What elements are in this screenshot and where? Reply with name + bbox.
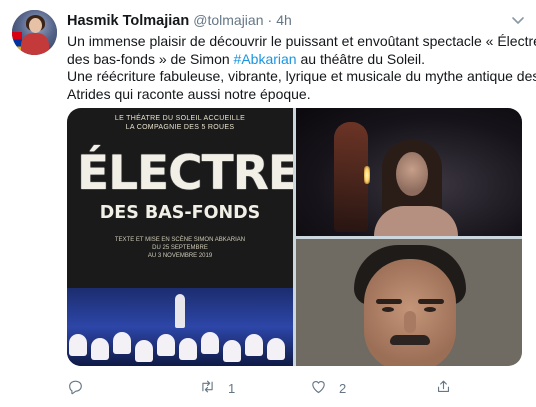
author-handle[interactable]: @tolmajian (193, 12, 263, 28)
avatar[interactable] (12, 10, 57, 55)
author-name[interactable]: Hasmik Tolmajian (67, 13, 189, 29)
poster-stage-scene (67, 288, 293, 366)
chevron-down-icon[interactable] (510, 12, 526, 28)
reply-icon (67, 378, 84, 398)
tweet-text-line: Une réécriture fabuleuse, vibrante, lyri… (67, 68, 536, 84)
retweet-count: 1 (228, 380, 236, 396)
media-image-portrait[interactable] (296, 239, 522, 366)
tweet-text: Un immense plaisir de découvrir le puiss… (67, 33, 536, 103)
tweet-text-line: Un immense plaisir de découvrir le puiss… (67, 33, 536, 49)
tweet-text-line: des bas-fonds » de Simon #Abkarian au th… (67, 50, 426, 67)
heart-icon (310, 378, 327, 398)
poster-header: LE THÉATRE DU SOLEIL ACCUEILLE LA COMPAG… (114, 115, 246, 131)
share-button[interactable] (435, 378, 464, 398)
tweet-text-line: Atrides qui raconte aussi notre époque. (67, 85, 311, 102)
hashtag-link[interactable]: #Abkarian (234, 51, 297, 67)
tweet-actions: 1 2 (67, 378, 527, 398)
reply-button[interactable] (67, 378, 96, 398)
retweet-icon (199, 378, 216, 398)
retweet-button[interactable]: 1 (199, 378, 235, 398)
media-grid: LE THÉATRE DU SOLEIL ACCUEILLE LA COMPAG… (67, 108, 522, 366)
tweet[interactable]: Hasmik Tolmajian @tolmajian · 4h Un imme… (0, 0, 536, 407)
share-icon (435, 378, 452, 398)
like-count: 2 (339, 380, 347, 396)
separator-dot: · (267, 12, 273, 28)
like-button[interactable]: 2 (310, 378, 346, 398)
media-image-actress[interactable] (296, 108, 522, 236)
poster-credits: TEXTE ET MISE EN SCÈNE SIMON ABKARIAN DU… (114, 237, 246, 259)
tweet-header: Hasmik Tolmajian @tolmajian · 4h (67, 11, 292, 29)
poster-subtitle: DES BAS-FONDS (99, 203, 261, 223)
media-image-poster[interactable]: LE THÉATRE DU SOLEIL ACCUEILLE LA COMPAG… (67, 108, 293, 366)
tweet-timestamp[interactable]: 4h (276, 12, 292, 28)
poster-title: ÉLECTRE (77, 146, 293, 201)
